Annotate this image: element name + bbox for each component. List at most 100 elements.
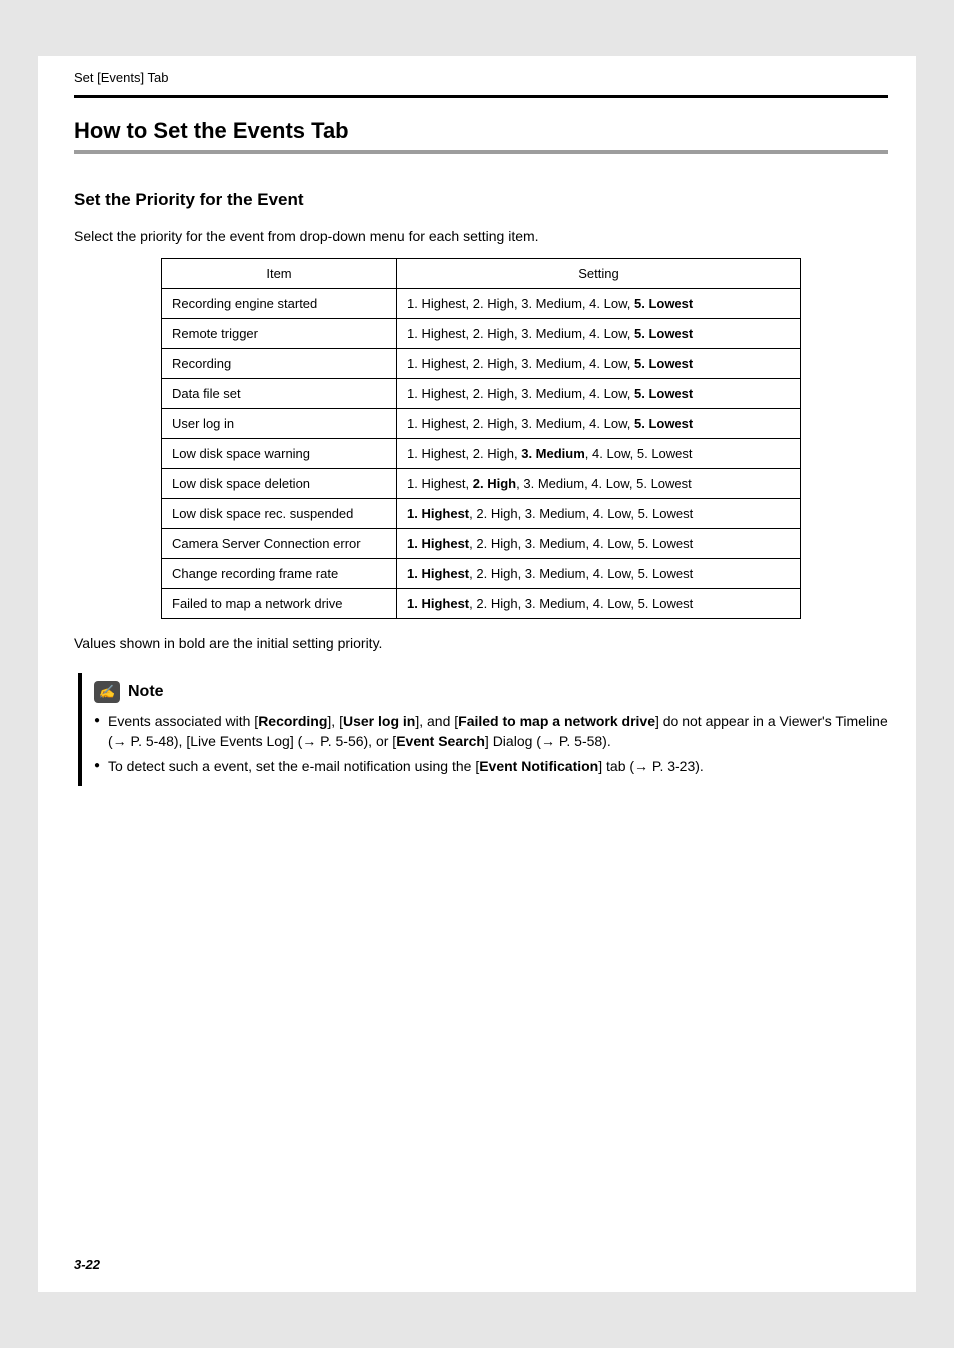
priority-option: 2. High xyxy=(473,416,514,431)
cell-setting: 1. Highest, 2. High, 3. Medium, 4. Low, … xyxy=(397,589,801,619)
document-page: Set [Events] Tab How to Set the Events T… xyxy=(38,56,916,1292)
cell-setting: 1. Highest, 2. High, 3. Medium, 4. Low, … xyxy=(397,439,801,469)
priority-option: 5. Lowest xyxy=(638,596,694,611)
arrow-icon: → xyxy=(541,733,555,749)
priority-option: 3. Medium xyxy=(525,566,586,581)
priority-option: 5. Lowest xyxy=(638,566,694,581)
priority-option: 2. High xyxy=(473,296,514,311)
table-row: Low disk space warning1. Highest, 2. Hig… xyxy=(162,439,801,469)
cell-setting: 1. Highest, 2. High, 3. Medium, 4. Low, … xyxy=(397,409,801,439)
priority-option: 2. High xyxy=(476,566,517,581)
title-underline xyxy=(74,150,888,154)
priority-option: 5. Lowest xyxy=(636,476,692,491)
page-title: How to Set the Events Tab xyxy=(74,118,888,144)
priority-option: 1. Highest xyxy=(407,596,469,611)
priority-option: 3. Medium xyxy=(521,356,582,371)
note-bold: User log in xyxy=(343,713,415,729)
priority-option: 2. High xyxy=(476,596,517,611)
note-box: ✍ Note Events associated with [Recording… xyxy=(78,673,888,786)
table-row: Change recording frame rate1. Highest, 2… xyxy=(162,559,801,589)
priority-option: 3. Medium xyxy=(521,296,582,311)
col-header-setting: Setting xyxy=(397,259,801,289)
note-icon: ✍ xyxy=(94,681,120,703)
priority-option: 1. Highest xyxy=(407,536,469,551)
cell-item: Recording xyxy=(162,349,397,379)
table-caption: Values shown in bold are the initial set… xyxy=(74,635,888,651)
priority-option: 4. Low xyxy=(593,596,631,611)
table-header-row: Item Setting xyxy=(162,259,801,289)
priority-option: 2. High xyxy=(473,386,514,401)
note-text: ], [ xyxy=(327,713,343,729)
note-list: Events associated with [Recording], [Use… xyxy=(94,711,888,776)
priority-option: 1. Highest xyxy=(407,326,466,341)
priority-option: 1. Highest xyxy=(407,566,469,581)
table-row: Failed to map a network drive1. Highest,… xyxy=(162,589,801,619)
note-text: To detect such a event, set the e-mail n… xyxy=(108,758,479,774)
cell-setting: 1. Highest, 2. High, 3. Medium, 4. Low, … xyxy=(397,499,801,529)
note-item: Events associated with [Recording], [Use… xyxy=(94,711,888,752)
priority-option: 1. Highest xyxy=(407,356,466,371)
priority-option: 5. Lowest xyxy=(634,416,693,431)
cell-setting: 1. Highest, 2. High, 3. Medium, 4. Low, … xyxy=(397,559,801,589)
priority-option: 5. Lowest xyxy=(638,506,694,521)
priority-option: 4. Low xyxy=(589,296,627,311)
note-bold: Failed to map a network drive xyxy=(458,713,655,729)
priority-option: 4. Low xyxy=(589,356,627,371)
priority-option: 2. High xyxy=(476,506,517,521)
note-bold: Recording xyxy=(258,713,327,729)
priority-option: 1. Highest xyxy=(407,296,466,311)
col-header-item: Item xyxy=(162,259,397,289)
priority-option: 5. Lowest xyxy=(634,296,693,311)
arrow-icon: → xyxy=(302,733,316,749)
priority-option: 4. Low xyxy=(592,446,630,461)
priority-option: 5. Lowest xyxy=(638,536,694,551)
priority-option: 5. Lowest xyxy=(634,326,693,341)
priority-option: 3. Medium xyxy=(521,416,582,431)
priority-option: 3. Medium xyxy=(525,506,586,521)
priority-table: Item Setting Recording engine started1. … xyxy=(161,258,801,619)
header-divider xyxy=(74,95,888,98)
priority-option: 3. Medium xyxy=(525,596,586,611)
table-row: Data file set1. Highest, 2. High, 3. Med… xyxy=(162,379,801,409)
cell-setting: 1. Highest, 2. High, 3. Medium, 4. Low, … xyxy=(397,289,801,319)
priority-option: 3. Medium xyxy=(521,326,582,341)
cell-item: Change recording frame rate xyxy=(162,559,397,589)
priority-option: 3. Medium xyxy=(521,386,582,401)
note-bold: Event Search xyxy=(396,733,485,749)
priority-option: 5. Lowest xyxy=(634,386,693,401)
cell-item: User log in xyxy=(162,409,397,439)
cell-item: Recording engine started xyxy=(162,289,397,319)
table-row: Remote trigger1. Highest, 2. High, 3. Me… xyxy=(162,319,801,349)
priority-option: 2. High xyxy=(473,356,514,371)
priority-option: 4. Low xyxy=(593,506,631,521)
note-text: ] tab ( xyxy=(598,758,634,774)
cell-item: Low disk space warning xyxy=(162,439,397,469)
cell-setting: 1. Highest, 2. High, 3. Medium, 4. Low, … xyxy=(397,319,801,349)
priority-option: 1. Highest xyxy=(407,476,466,491)
table-row: Recording1. Highest, 2. High, 3. Medium,… xyxy=(162,349,801,379)
note-title: Note xyxy=(128,683,164,701)
section-heading: Set the Priority for the Event xyxy=(74,190,888,210)
note-item: To detect such a event, set the e-mail n… xyxy=(94,756,888,776)
cell-setting: 1. Highest, 2. High, 3. Medium, 4. Low, … xyxy=(397,529,801,559)
cell-setting: 1. Highest, 2. High, 3. Medium, 4. Low, … xyxy=(397,379,801,409)
priority-option: 4. Low xyxy=(589,416,627,431)
cell-setting: 1. Highest, 2. High, 3. Medium, 4. Low, … xyxy=(397,469,801,499)
priority-option: 4. Low xyxy=(589,326,627,341)
table-row: Low disk space deletion1. Highest, 2. Hi… xyxy=(162,469,801,499)
page-number: 3-22 xyxy=(74,1257,100,1272)
priority-option: 2. High xyxy=(473,476,516,491)
cell-item: Low disk space deletion xyxy=(162,469,397,499)
note-text: P. 5-48), [Live Events Log] ( xyxy=(127,733,303,749)
note-text: P. 3-23). xyxy=(648,758,704,774)
priority-option: 3. Medium xyxy=(525,536,586,551)
arrow-icon: → xyxy=(113,733,127,749)
section-intro: Select the priority for the event from d… xyxy=(74,228,888,244)
cell-setting: 1. Highest, 2. High, 3. Medium, 4. Low, … xyxy=(397,349,801,379)
cell-item: Failed to map a network drive xyxy=(162,589,397,619)
priority-option: 2. High xyxy=(473,446,514,461)
priority-option: 3. Medium xyxy=(521,446,585,461)
note-text: ], and [ xyxy=(415,713,458,729)
priority-option: 1. Highest xyxy=(407,506,469,521)
priority-option: 2. High xyxy=(473,326,514,341)
